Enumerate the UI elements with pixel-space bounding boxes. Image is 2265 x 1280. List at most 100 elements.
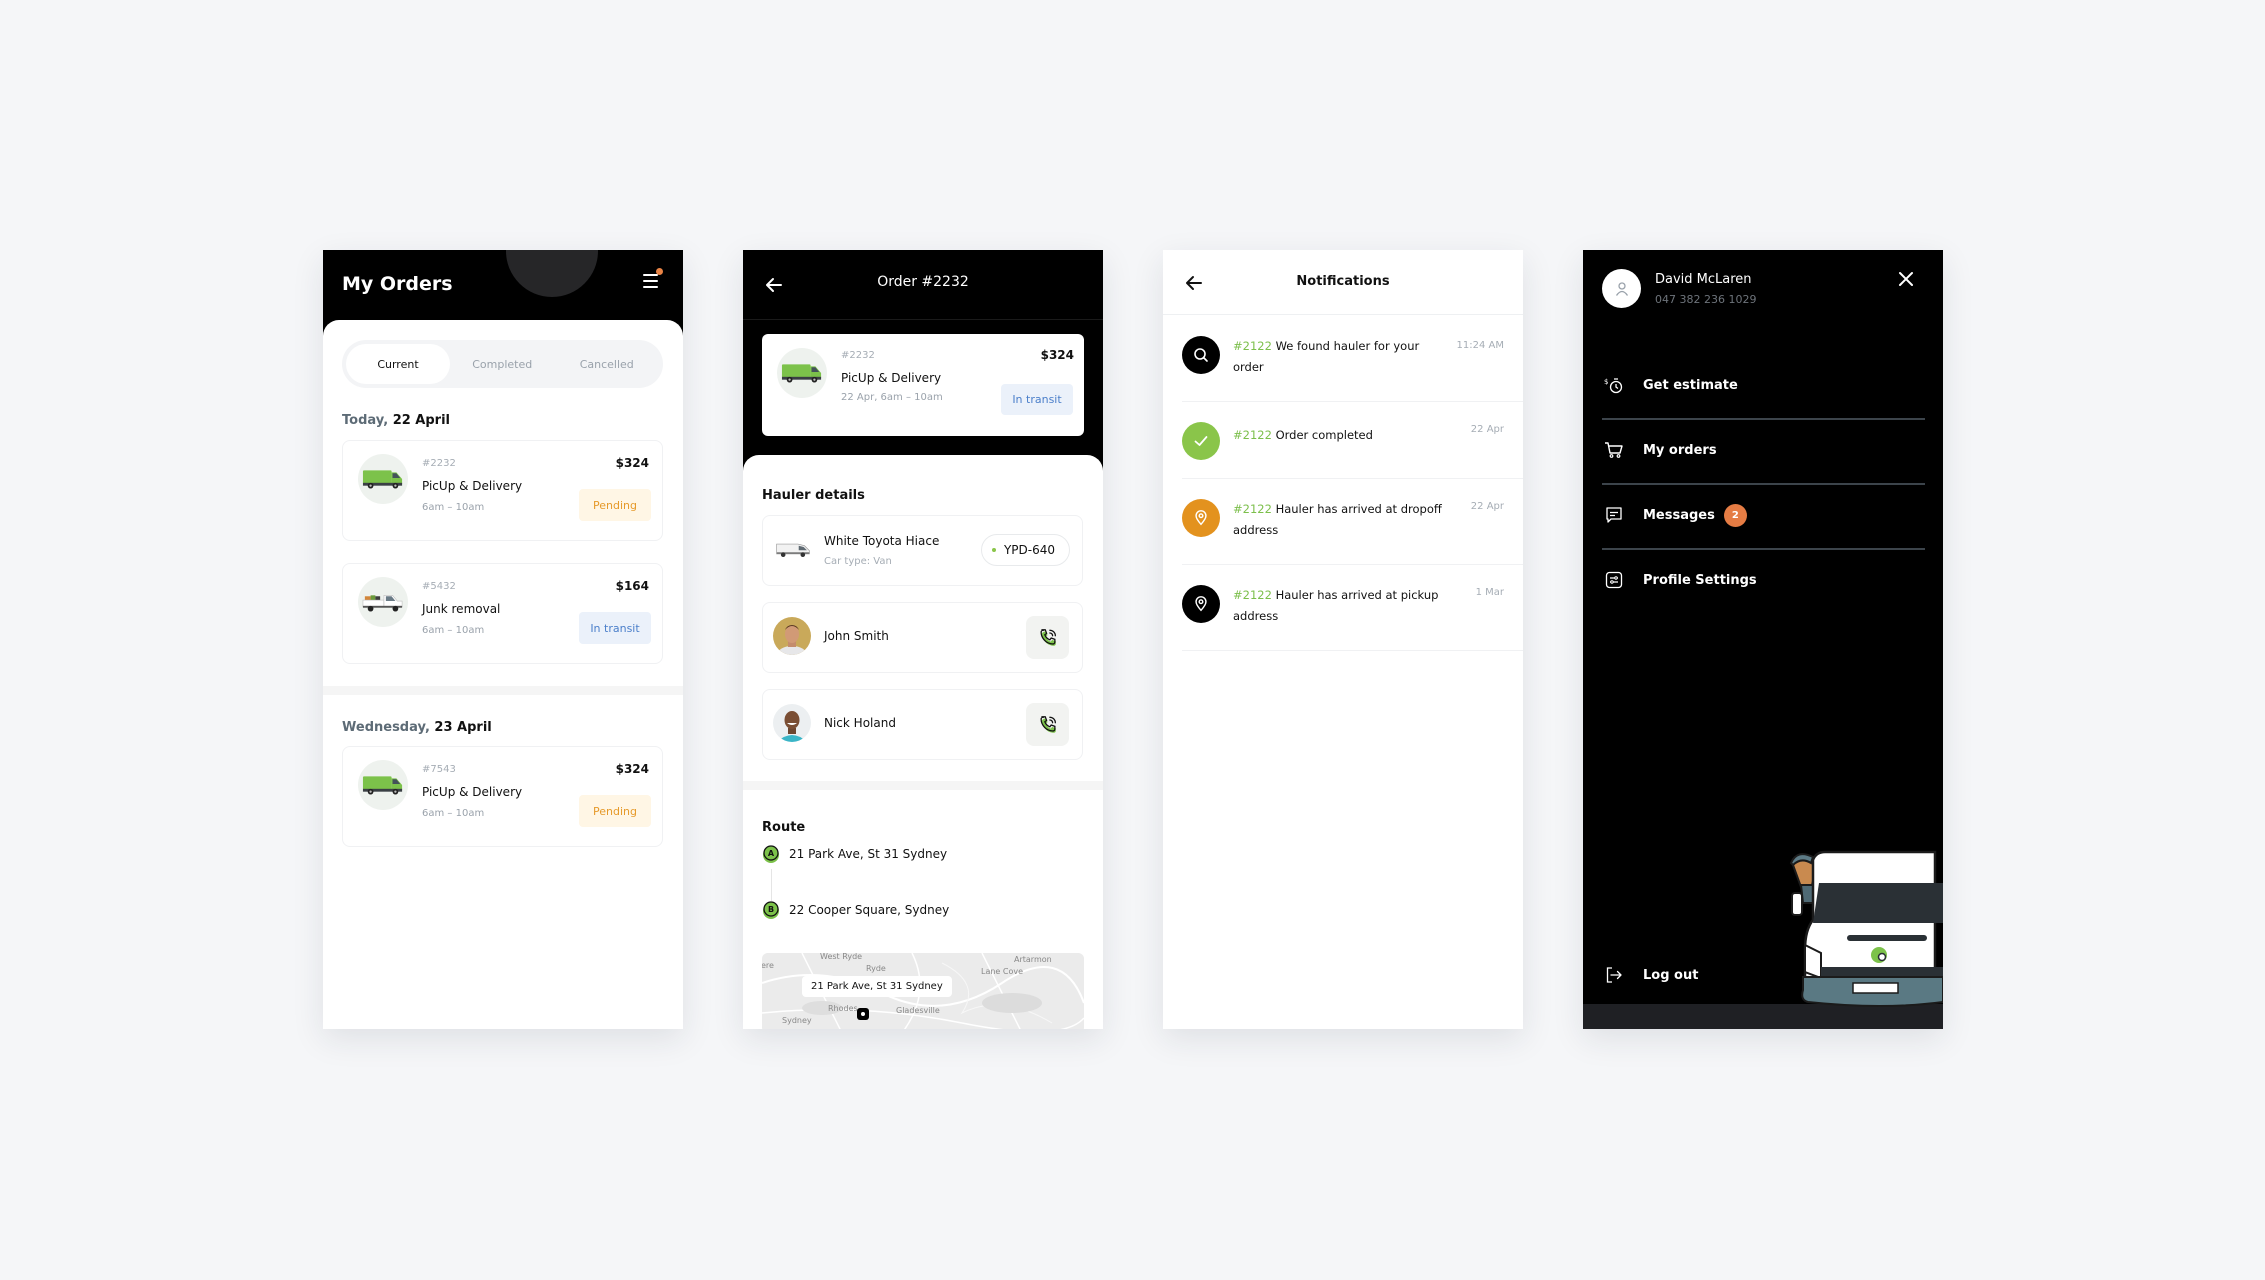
status-dot — [991, 548, 996, 552]
person-card: Nick Holand — [762, 689, 1083, 760]
route-connector — [771, 869, 772, 901]
route-heading: Route — [762, 820, 806, 835]
map-label: Gladesville — [896, 1006, 940, 1015]
notification-item[interactable]: #2122 Hauler has arrived at pickup addre… — [1182, 565, 1523, 651]
svg-text:$: $ — [1604, 378, 1608, 386]
logout-button[interactable]: Log out — [1602, 955, 1925, 995]
call-button[interactable] — [1026, 616, 1069, 659]
section-divider — [323, 686, 683, 695]
order-time: 22 Apr, 6am – 10am — [841, 392, 943, 403]
check-icon — [1182, 422, 1220, 460]
map-pin-icon[interactable] — [857, 1008, 869, 1020]
menu-item-profile-settings[interactable]: Profile Settings — [1602, 548, 1925, 612]
location-pin-icon — [1182, 499, 1220, 537]
notification-item[interactable]: #2122 We found hauler for your order 11:… — [1182, 316, 1523, 402]
notification-text: #2122 Hauler has arrived at dropoff addr… — [1233, 502, 1442, 537]
svg-text:A: A — [768, 849, 775, 858]
notification-time: 22 Apr — [1470, 424, 1504, 435]
order-id: #2232 — [422, 458, 456, 469]
menu-item-my-orders[interactable]: My orders — [1602, 418, 1925, 482]
status-badge: In transit — [579, 612, 651, 644]
side-menu-screen: David McLaren 047 382 236 1029 $ Get est… — [1583, 250, 1943, 1029]
tab-completed[interactable]: Completed — [450, 344, 555, 384]
page-title: My Orders — [342, 273, 453, 295]
order-title: PicUp & Delivery — [841, 371, 942, 385]
notifications-screen: Notifications #2122 We found hauler for … — [1163, 250, 1523, 1029]
order-price: $324 — [615, 762, 649, 776]
vehicle-card: White Toyota Hiace Car type: Van YPD-640 — [762, 515, 1083, 586]
unread-count-badge: 2 — [1723, 503, 1747, 527]
notification-time: 11:24 AM — [1456, 340, 1504, 351]
notification-text: #2122 Order completed — [1233, 428, 1373, 442]
order-title: PicUp & Delivery — [422, 785, 523, 799]
notification-item[interactable]: #2122 Hauler has arrived at dropoff addr… — [1182, 479, 1523, 565]
white-pickup-truck-icon — [358, 577, 408, 627]
map-label: ere — [762, 961, 774, 970]
close-icon[interactable] — [1897, 270, 1915, 288]
hamburger-menu-icon[interactable] — [641, 268, 663, 290]
order-price: $324 — [615, 456, 649, 470]
tab-current[interactable]: Current — [346, 344, 450, 384]
notification-time: 1 Mar — [1475, 587, 1504, 598]
date-heading: Today, 22 April — [342, 413, 450, 428]
estimate-timer-icon: $ — [1604, 375, 1624, 395]
notifications-header: Notifications — [1163, 250, 1523, 315]
order-time: 6am – 10am — [422, 502, 485, 513]
orders-panel: Current Completed Cancelled Today, 22 Ap… — [323, 320, 683, 1029]
map-label: Sydney — [782, 1016, 812, 1025]
route-address: 21 Park Ave, St 31 Sydney — [789, 847, 948, 861]
order-detail-screen: Order #2232 #2232 PicUp & Delivery 22 Ap… — [743, 250, 1103, 1029]
my-orders-header: My Orders — [323, 250, 683, 320]
vehicle-name: White Toyota Hiace — [824, 534, 940, 548]
order-id: #5432 — [422, 581, 456, 592]
map-tooltip: 21 Park Ave, St 31 Sydney — [802, 976, 952, 997]
vehicle-type: Car type: Van — [824, 556, 892, 567]
order-time: 6am – 10am — [422, 808, 485, 819]
notification-dot — [656, 268, 663, 275]
svg-text:B: B — [768, 905, 774, 914]
message-icon — [1604, 505, 1624, 525]
status-badge: In transit — [1001, 384, 1073, 415]
status-badge: Pending — [579, 489, 651, 521]
tab-cancelled[interactable]: Cancelled — [555, 344, 660, 384]
order-detail-header: Order #2232 — [743, 250, 1103, 320]
settings-sliders-icon — [1604, 570, 1624, 590]
map-label: Ryde — [866, 964, 886, 973]
person-name: John Smith — [824, 629, 889, 643]
white-van-icon — [776, 543, 810, 558]
page-title: Notifications — [1296, 274, 1390, 289]
logout-icon — [1604, 965, 1624, 985]
avatar — [773, 617, 811, 655]
order-detail-body: Hauler details White Toyota Hiace Car ty… — [743, 455, 1103, 1029]
decorative-circle — [506, 250, 598, 297]
route-map[interactable]: West Ryde Ryde Artarmon Lane Cove Rhodes… — [762, 953, 1084, 1029]
user-phone: 047 382 236 1029 — [1655, 293, 1757, 306]
order-card[interactable]: #7543 PicUp & Delivery 6am – 10am $324 P… — [342, 746, 663, 847]
call-button[interactable] — [1026, 703, 1069, 746]
order-summary-card: #2232 PicUp & Delivery 22 Apr, 6am – 10a… — [762, 334, 1084, 436]
order-card[interactable]: #2232 PicUp & Delivery 6am – 10am $324 P… — [342, 440, 663, 541]
marker-b-icon: B — [763, 901, 779, 919]
plate-number: YPD-640 — [1003, 543, 1055, 557]
menu-item-messages[interactable]: Messages 2 — [1602, 483, 1925, 547]
page-title: Order #2232 — [877, 274, 969, 290]
order-title: PicUp & Delivery — [422, 479, 523, 493]
order-price: $164 — [615, 579, 649, 593]
order-card[interactable]: #5432 Junk removal 6am – 10am $164 In tr… — [342, 563, 663, 664]
cart-icon — [1604, 440, 1624, 460]
map-label: Lane Cove — [981, 967, 1024, 976]
location-pin-icon — [1182, 585, 1220, 623]
menu-item-get-estimate[interactable]: $ Get estimate — [1602, 353, 1925, 417]
order-id: #2232 — [841, 350, 875, 361]
license-plate: YPD-640 — [980, 534, 1070, 566]
notification-item[interactable]: #2122 Order completed 22 Apr — [1182, 402, 1523, 479]
person-card: John Smith — [762, 602, 1083, 673]
order-price: $324 — [1040, 348, 1074, 362]
search-icon — [1182, 336, 1220, 374]
route-stop: B 22 Cooper Square, Sydney — [762, 901, 949, 919]
date-heading: Wednesday, 23 April — [342, 720, 492, 735]
phone-icon — [1037, 714, 1059, 736]
notification-time: 22 Apr — [1470, 501, 1504, 512]
green-van-icon — [777, 348, 827, 398]
person-name: Nick Holand — [824, 716, 896, 730]
